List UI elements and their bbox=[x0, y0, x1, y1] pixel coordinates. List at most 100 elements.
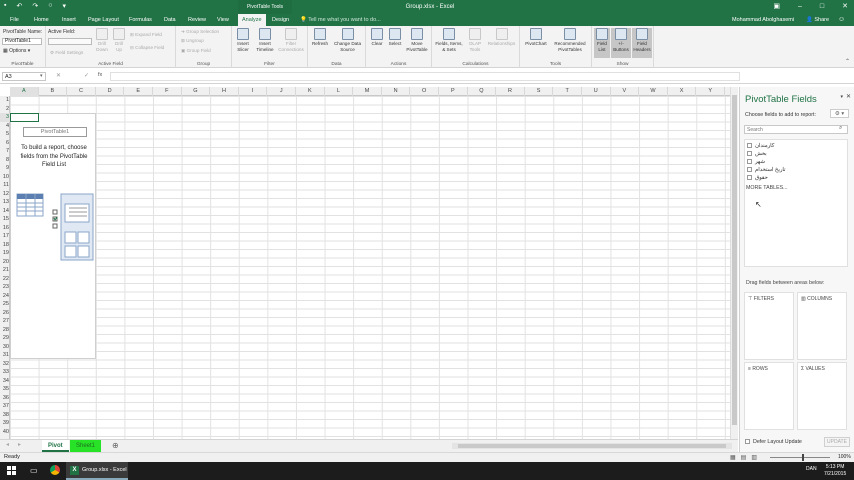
row-header[interactable]: 13 bbox=[0, 198, 10, 207]
column-header[interactable]: B bbox=[39, 87, 68, 96]
field-item[interactable]: بخش bbox=[747, 151, 767, 157]
move-pivottable-button[interactable]: Move PivotTable bbox=[404, 28, 430, 52]
field-checkbox[interactable] bbox=[747, 143, 752, 149]
tab-formulas[interactable]: Formulas bbox=[125, 14, 156, 26]
pivottable-name-input[interactable]: PivotTable1 bbox=[2, 38, 42, 45]
minimize-icon[interactable]: – bbox=[798, 0, 802, 14]
drill-down-button[interactable]: Drill Down bbox=[94, 28, 110, 52]
undo-icon[interactable]: ↶ bbox=[16, 2, 22, 10]
horizontal-scrollbar[interactable] bbox=[452, 443, 732, 449]
clear-button[interactable]: Clear bbox=[368, 28, 386, 47]
row-header[interactable]: 16 bbox=[0, 224, 10, 233]
clock[interactable]: 5:13 PM 7/21/2015 bbox=[824, 464, 846, 477]
values-area[interactable]: Σ VALUES bbox=[797, 362, 847, 430]
collapse-ribbon-icon[interactable]: ⌃ bbox=[845, 58, 850, 65]
column-header[interactable]: Y bbox=[696, 87, 725, 96]
filters-area[interactable]: ⊤ FILTERS bbox=[744, 292, 794, 360]
row-header[interactable]: 37 bbox=[0, 402, 10, 411]
ribbon-display-icon[interactable]: ▣ bbox=[773, 0, 780, 14]
more-tables-link[interactable]: MORE TABLES... bbox=[746, 185, 788, 191]
options-button[interactable]: ▦ Options ▾ bbox=[3, 48, 30, 54]
tab-review[interactable]: Review bbox=[184, 14, 210, 26]
view-buttons[interactable]: ▦▤▥ bbox=[730, 454, 762, 461]
input-language[interactable]: DAN bbox=[806, 466, 817, 472]
row-header[interactable]: 22 bbox=[0, 275, 10, 284]
column-header[interactable]: C bbox=[67, 87, 96, 96]
column-header[interactable]: E bbox=[124, 87, 153, 96]
row-header[interactable]: 30 bbox=[0, 343, 10, 352]
column-header[interactable]: S bbox=[525, 87, 554, 96]
row-header[interactable]: 36 bbox=[0, 394, 10, 403]
save-icon[interactable]: ▪ bbox=[4, 2, 6, 10]
column-header[interactable]: P bbox=[439, 87, 468, 96]
olap-tools-button[interactable]: OLAP Tools bbox=[466, 28, 484, 52]
maximize-icon[interactable]: □ bbox=[820, 0, 824, 14]
column-header[interactable]: X bbox=[668, 87, 697, 96]
column-header[interactable]: K bbox=[296, 87, 325, 96]
tab-insert[interactable]: Insert bbox=[58, 14, 80, 26]
row-header[interactable]: 8 bbox=[0, 156, 10, 165]
field-checkbox[interactable] bbox=[747, 175, 752, 181]
feedback-smiley-icon[interactable]: ☺ bbox=[838, 14, 845, 26]
field-item[interactable]: تاریخ استخدام bbox=[747, 167, 785, 173]
row-header[interactable]: 38 bbox=[0, 411, 10, 420]
sheet-tab-sheet1[interactable]: Sheet1 bbox=[70, 440, 102, 452]
tab-file[interactable]: File bbox=[6, 14, 23, 26]
row-header[interactable]: 29 bbox=[0, 334, 10, 343]
column-header[interactable]: T bbox=[553, 87, 582, 96]
row-header[interactable]: 17 bbox=[0, 232, 10, 241]
defer-layout-update[interactable]: Defer Layout Update bbox=[745, 439, 802, 445]
row-header[interactable]: 1 bbox=[0, 96, 10, 105]
row-header[interactable]: 32 bbox=[0, 360, 10, 369]
field-item[interactable]: شهر bbox=[747, 159, 765, 165]
row-header[interactable]: 18 bbox=[0, 241, 10, 250]
column-header[interactable]: A bbox=[10, 87, 39, 96]
row-header[interactable]: 11 bbox=[0, 181, 10, 190]
pivottable-placeholder[interactable]: PivotTable1 To build a report, choose fi… bbox=[10, 113, 96, 359]
row-header[interactable]: 34 bbox=[0, 377, 10, 386]
new-sheet-icon[interactable]: ⊕ bbox=[112, 440, 119, 452]
row-header[interactable]: 2 bbox=[0, 105, 10, 114]
row-header[interactable]: 15 bbox=[0, 215, 10, 224]
row-header[interactable]: 3 bbox=[0, 113, 10, 122]
next-sheet-icon[interactable]: ▸ bbox=[18, 441, 21, 448]
tab-data[interactable]: Data bbox=[160, 14, 180, 26]
change-data-source-button[interactable]: Change Data Source bbox=[331, 28, 364, 52]
column-header[interactable]: O bbox=[410, 87, 439, 96]
name-box-dropdown-icon[interactable]: ▾ bbox=[40, 73, 43, 79]
zoom-level[interactable]: 100% bbox=[838, 454, 851, 460]
field-item[interactable]: حقوق bbox=[747, 175, 768, 181]
insert-timeline-button[interactable]: Insert Timeline bbox=[254, 28, 276, 52]
column-header[interactable]: Q bbox=[468, 87, 497, 96]
column-header[interactable]: I bbox=[239, 87, 268, 96]
share-button[interactable]: 👤 Share bbox=[806, 14, 829, 26]
row-header[interactable]: 10 bbox=[0, 173, 10, 182]
horizontal-scroll-thumb[interactable] bbox=[458, 444, 726, 448]
vertical-scrollbar[interactable] bbox=[730, 87, 738, 439]
group-selection-button[interactable]: ➔ Group Selection bbox=[181, 29, 219, 35]
row-header[interactable]: 9 bbox=[0, 164, 10, 173]
field-list-button[interactable]: Field List bbox=[594, 28, 610, 58]
tab-design[interactable]: Design bbox=[268, 14, 293, 26]
sheet-tab-pivot[interactable]: Pivot bbox=[42, 440, 69, 452]
tab-home[interactable]: Home bbox=[30, 14, 53, 26]
row-header[interactable]: 28 bbox=[0, 326, 10, 335]
column-header[interactable]: L bbox=[325, 87, 354, 96]
field-item[interactable]: کارمندان bbox=[747, 143, 774, 149]
column-header[interactable]: G bbox=[182, 87, 211, 96]
active-cell[interactable] bbox=[10, 113, 39, 122]
column-header[interactable]: V bbox=[611, 87, 640, 96]
active-field-input[interactable] bbox=[48, 38, 92, 45]
row-header[interactable]: 35 bbox=[0, 385, 10, 394]
close-icon[interactable]: ✕ bbox=[842, 0, 848, 14]
enter-icon[interactable]: ✓ bbox=[84, 72, 89, 79]
field-checkbox[interactable] bbox=[747, 167, 752, 173]
group-field-button[interactable]: ▣ Group Field bbox=[181, 48, 211, 54]
zoom-slider[interactable] bbox=[770, 457, 830, 458]
column-header[interactable]: F bbox=[153, 87, 182, 96]
row-header[interactable]: 4 bbox=[0, 122, 10, 131]
row-header[interactable]: 21 bbox=[0, 266, 10, 275]
column-header[interactable]: H bbox=[210, 87, 239, 96]
fields-items-sets-button[interactable]: Fields, Items, & Sets bbox=[434, 28, 464, 52]
formula-input[interactable] bbox=[110, 72, 740, 81]
